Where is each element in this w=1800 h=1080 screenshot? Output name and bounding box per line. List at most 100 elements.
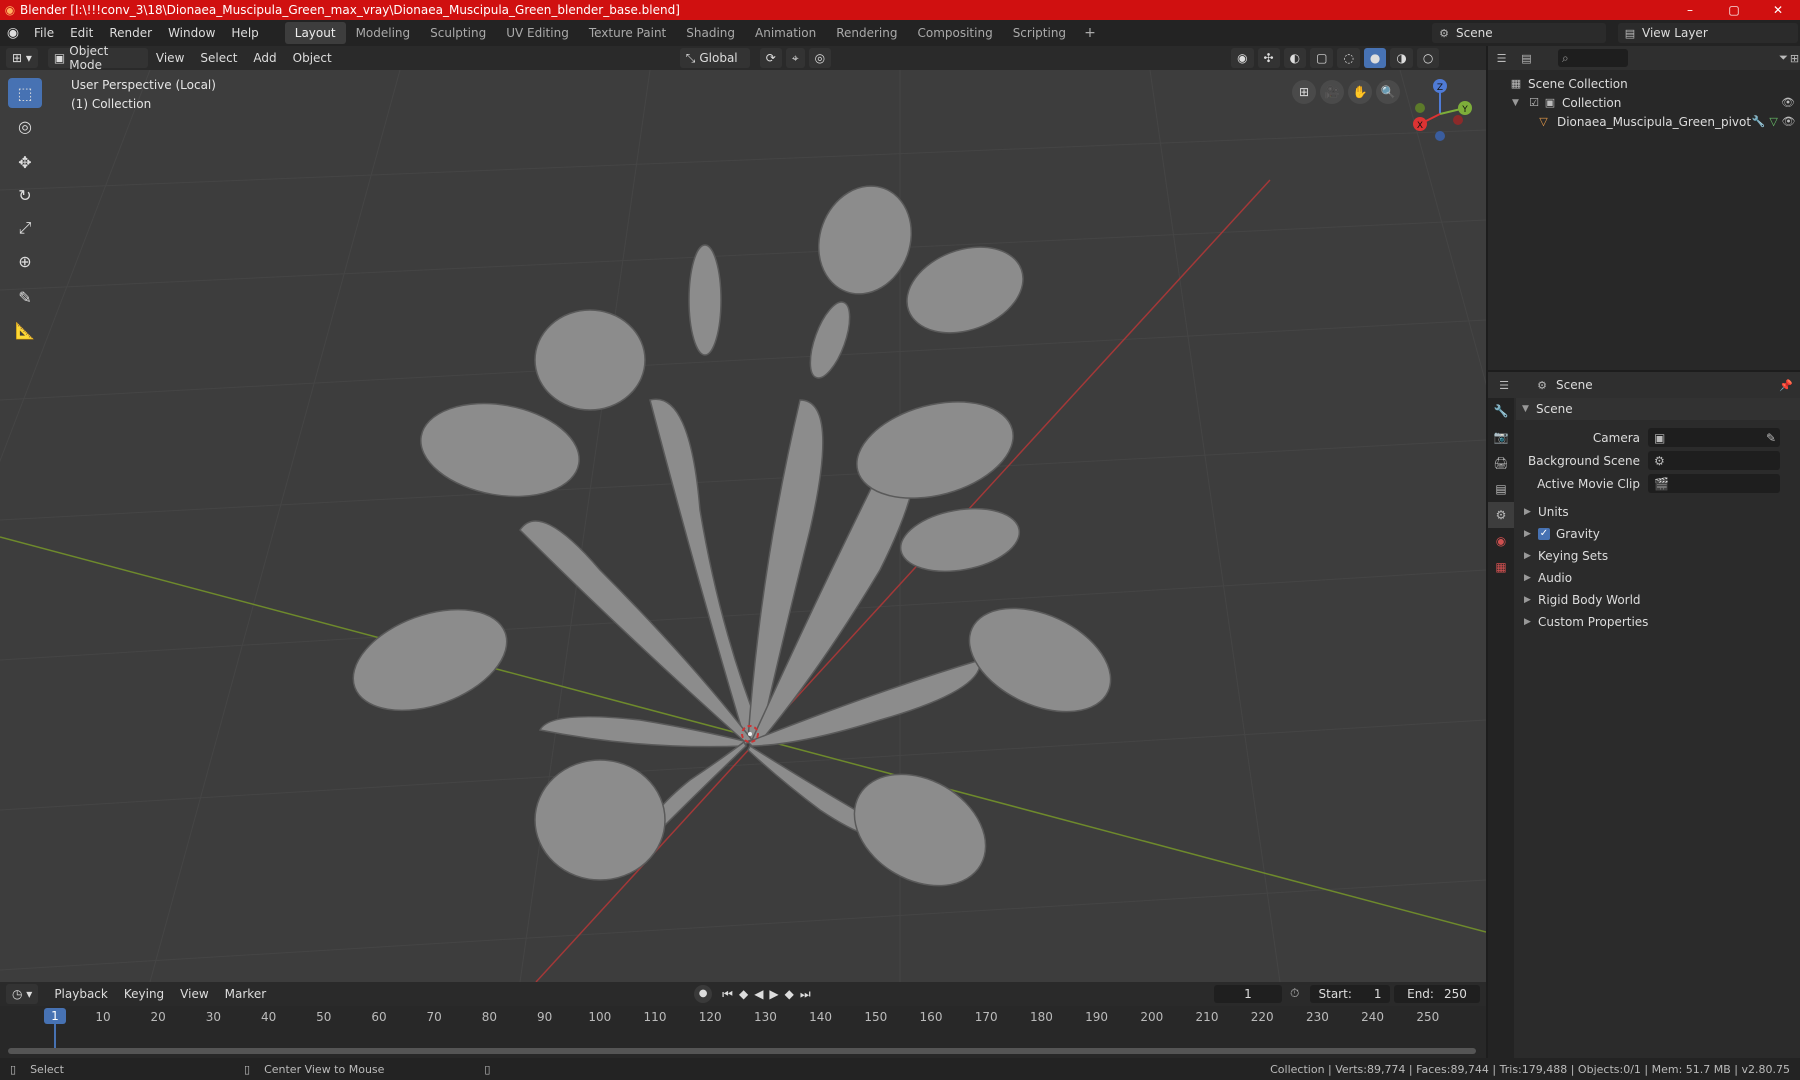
viewport-menu-object[interactable]: Object [285, 51, 340, 65]
zoom-view-button[interactable]: 🔍 [1376, 80, 1400, 104]
tab-sculpting[interactable]: Sculpting [420, 22, 496, 44]
jump-end-icon[interactable]: ⏭ [800, 987, 811, 1002]
xray-toggle[interactable]: ▢ [1310, 48, 1334, 68]
3d-viewport[interactable]: User Perspective (Local) (1) Collection … [0, 70, 1486, 982]
shading-wireframe[interactable]: ◌ [1337, 48, 1360, 68]
viewport-menu-view[interactable]: View [148, 51, 192, 65]
close-button[interactable]: ✕ [1756, 0, 1800, 20]
annotate-tool[interactable]: ✎ [8, 282, 42, 312]
overlay-toggle[interactable]: ◉ [1231, 48, 1254, 68]
tab-layout[interactable]: Layout [284, 22, 346, 44]
move-tool[interactable]: ✥ [8, 147, 42, 177]
tab-shading[interactable]: Shading [676, 22, 745, 44]
background-scene-field[interactable]: ⚙ [1648, 451, 1780, 470]
tab-output[interactable]: 🖨 [1488, 450, 1514, 476]
mesh-data-icon[interactable]: ▽ [1766, 115, 1781, 128]
snap-toggle[interactable]: ⌖ [785, 48, 805, 68]
overlays-toggle[interactable]: ◐ [1283, 48, 1307, 68]
add-workspace-button[interactable]: + [1076, 20, 1104, 46]
shading-material[interactable]: ◑ [1390, 48, 1413, 68]
tab-texture-paint[interactable]: Texture Paint [579, 22, 676, 44]
eye-icon[interactable]: 👁 [1780, 96, 1796, 109]
venus-flytrap-model[interactable] [339, 173, 1127, 908]
navigation-gizmo[interactable]: Z Y X [1400, 74, 1480, 154]
stopwatch-icon[interactable]: ⏱ [1290, 986, 1299, 1001]
gravity-panel[interactable]: ▶ ✓ Gravity [1516, 523, 1800, 545]
play-reverse-icon[interactable]: ◀ [754, 987, 763, 1001]
proportional-toggle[interactable]: ◎ [808, 48, 832, 68]
tab-animation[interactable]: Animation [745, 22, 826, 44]
toggle-grid-button[interactable]: ⊞ [1292, 80, 1316, 104]
record-button[interactable]: ● [694, 985, 713, 1003]
timeline-menu-view[interactable]: View [172, 987, 216, 1001]
menu-file[interactable]: File [26, 20, 62, 46]
tab-world[interactable]: ◉ [1488, 528, 1514, 554]
outliner-row-collection[interactable]: ▼ ☑ ▣ Collection 👁 [1488, 93, 1800, 112]
menu-window[interactable]: Window [160, 20, 223, 46]
gizmo-toggle[interactable]: ✣ [1257, 48, 1280, 68]
scene-selector[interactable]: ⚙ Scene [1432, 23, 1606, 43]
tab-scripting[interactable]: Scripting [1003, 22, 1076, 44]
new-collection-icon[interactable]: ⊞ [1789, 52, 1800, 65]
tab-rendering[interactable]: Rendering [826, 22, 907, 44]
camera-field[interactable]: ▣ ✎ [1648, 428, 1780, 447]
jump-start-icon[interactable]: ⏮ [722, 987, 733, 1002]
outliner-search-input[interactable]: ⌕ [1558, 49, 1628, 67]
prev-keyframe-icon[interactable]: ◆ [739, 987, 748, 1001]
viewport-menu-select[interactable]: Select [192, 51, 245, 65]
timeline-menu-keying[interactable]: Keying [116, 987, 172, 1001]
transform-tool[interactable]: ⊕ [8, 246, 42, 276]
object-eye-icon[interactable]: 👁 [1781, 115, 1796, 128]
outliner-editor-icon[interactable]: ☰ [1496, 52, 1507, 65]
scale-tool[interactable]: ⤢ [8, 213, 42, 243]
audio-panel[interactable]: ▶ Audio [1516, 567, 1800, 589]
editor-type-dropdown[interactable]: ⊞ ▾ [6, 48, 38, 68]
modifier-icon[interactable]: 🔧 [1751, 115, 1766, 128]
timeline-editor-type[interactable]: ◷ ▾ [6, 984, 39, 1004]
shading-solid[interactable]: ● [1363, 48, 1387, 68]
select-box-tool[interactable]: ⬚ [8, 78, 42, 108]
cursor-tool[interactable]: ◎ [8, 111, 42, 141]
menu-edit[interactable]: Edit [62, 20, 101, 46]
tab-texture[interactable]: ▦ [1488, 554, 1514, 580]
scene-section-header[interactable]: ▼ Scene [1516, 398, 1800, 420]
tab-modeling[interactable]: Modeling [346, 22, 421, 44]
pan-view-button[interactable]: ✋ [1348, 80, 1372, 104]
minimize-button[interactable]: – [1668, 0, 1712, 20]
keying-sets-panel[interactable]: ▶ Keying Sets [1516, 545, 1800, 567]
end-frame-field[interactable]: End: 250 [1394, 985, 1480, 1003]
camera-view-button[interactable]: 🎥 [1320, 80, 1344, 104]
menu-help[interactable]: Help [223, 20, 266, 46]
shading-rendered[interactable]: ○ [1416, 48, 1440, 68]
blender-menu-icon[interactable]: ◉ [0, 25, 26, 41]
filter-icon[interactable]: ⏷ [1778, 51, 1789, 65]
timeline-menu-playback[interactable]: Playback [46, 987, 116, 1001]
eyedropper-icon[interactable]: ✎ [1766, 431, 1776, 445]
timeline-scrollbar[interactable] [8, 1048, 1476, 1054]
view-layer-selector[interactable]: ▤ View Layer [1618, 23, 1798, 43]
properties-editor-icon[interactable]: ☰ [1496, 379, 1512, 392]
next-keyframe-icon[interactable]: ◆ [785, 987, 794, 1001]
custom-properties-panel[interactable]: ▶ Custom Properties [1516, 611, 1800, 633]
mode-dropdown[interactable]: ▣ Object Mode [47, 44, 148, 72]
pin-icon[interactable]: 📌 [1778, 379, 1794, 392]
tab-tool[interactable]: 🔧 [1488, 398, 1514, 424]
viewport-menu-add[interactable]: Add [245, 51, 284, 65]
tab-view-layer[interactable]: ▤ [1488, 476, 1514, 502]
playhead-frame-indicator[interactable]: 1 [44, 1008, 66, 1024]
outliner-row-object[interactable]: ▽ Dionaea_Muscipula_Green_pivot 🔧 ▽ 👁 [1488, 112, 1800, 131]
rotate-tool[interactable]: ↻ [8, 180, 42, 210]
start-frame-field[interactable]: Start: 1 [1310, 985, 1390, 1003]
measure-tool[interactable]: 📐 [8, 315, 42, 345]
menu-render[interactable]: Render [101, 20, 160, 46]
tab-compositing[interactable]: Compositing [907, 22, 1002, 44]
expand-arrow-icon[interactable]: ▼ [1512, 98, 1526, 108]
current-frame-field[interactable]: 1 [1214, 985, 1282, 1003]
tab-uv-editing[interactable]: UV Editing [496, 22, 579, 44]
display-mode-icon[interactable]: ▤ [1521, 52, 1532, 65]
units-panel[interactable]: ▶ Units [1516, 501, 1800, 523]
gravity-checkbox[interactable]: ✓ [1538, 528, 1550, 540]
maximize-button[interactable]: ▢ [1712, 0, 1756, 20]
pivot-dropdown[interactable]: ⟳ [759, 48, 782, 68]
orientation-dropdown[interactable]: ⤡ Global [679, 48, 750, 68]
